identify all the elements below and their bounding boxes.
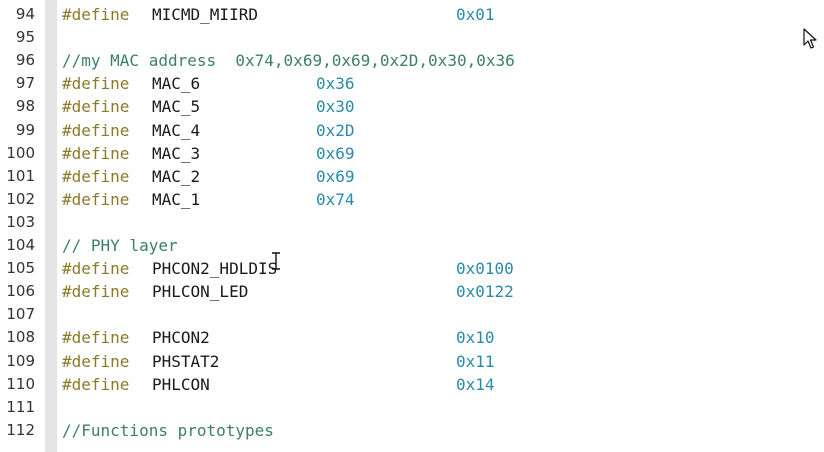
macro-name: PHLCON_LED xyxy=(152,282,249,302)
define-keyword: #define xyxy=(62,97,130,117)
macro-name: MAC_3 xyxy=(152,143,201,163)
macro-value: 0x0100 xyxy=(456,259,514,279)
line-number: 103 xyxy=(6,212,35,231)
code-line[interactable]: 109 #define PHSTAT2 0x11 xyxy=(0,350,824,373)
macro-name: MAC_6 xyxy=(152,74,201,94)
line-number: 98 xyxy=(15,97,35,116)
code-line[interactable]: 112 //Functions prototypes xyxy=(0,419,824,442)
code-line[interactable]: 96 //my MAC address 0x74,0x69,0x69,0x2D,0… xyxy=(0,49,824,72)
macro-name: MICMD_MIIRD xyxy=(152,5,258,24)
code-line[interactable]: 104 // PHY layer xyxy=(0,234,824,257)
code-line[interactable]: 94 #define MICMD_MIIRD 0x01 xyxy=(0,3,824,26)
code-line[interactable]: 110 #define PHLCON 0x14 xyxy=(0,373,824,396)
define-keyword: #define xyxy=(62,166,130,186)
line-number: 94 xyxy=(15,5,35,23)
line-number: 96 xyxy=(15,51,35,70)
line-number: 95 xyxy=(15,28,35,47)
macro-value: 0x74 xyxy=(316,189,355,209)
define-keyword: #define xyxy=(62,374,130,394)
line-number: 110 xyxy=(6,374,35,393)
macro-name: MAC_1 xyxy=(152,189,201,209)
define-keyword: #define xyxy=(62,74,130,94)
line-number: 97 xyxy=(15,74,35,93)
macro-value: 0x0122 xyxy=(456,282,514,302)
define-keyword: #define xyxy=(62,143,130,163)
line-number: 107 xyxy=(6,305,35,324)
macro-value: 0x36 xyxy=(316,74,355,94)
line-number: 111 xyxy=(6,397,35,416)
code-line[interactable]: 103 xyxy=(0,211,824,234)
code-comment: //Functions prototypes xyxy=(62,420,274,440)
line-number: 106 xyxy=(6,282,35,301)
line-number: 112 xyxy=(6,420,35,439)
line-number: 105 xyxy=(6,259,35,278)
code-comment: //my MAC address 0x74,0x69,0x69,0x2D,0x3… xyxy=(62,51,515,71)
macro-value: 0x2D xyxy=(316,120,355,140)
macro-name: PHLCON xyxy=(152,374,210,394)
code-line[interactable]: 102 #define MAC_1 0x74 xyxy=(0,188,824,211)
define-keyword: #define xyxy=(62,189,130,209)
code-line[interactable]: 95 xyxy=(0,26,824,49)
line-number: 108 xyxy=(6,328,35,347)
i-beam-cursor-icon xyxy=(272,252,280,270)
define-keyword: #define xyxy=(62,5,130,24)
code-line[interactable]: 105 #define PHCON2_HDLDIS 0x0100 xyxy=(0,257,824,280)
macro-value: 0x30 xyxy=(316,97,355,117)
line-number: 99 xyxy=(15,120,35,139)
define-keyword: #define xyxy=(62,351,130,371)
line-number: 100 xyxy=(6,143,35,162)
code-comment: // PHY layer xyxy=(62,236,178,255)
line-number: 102 xyxy=(6,189,35,208)
macro-value: 0x11 xyxy=(456,351,495,371)
code-line[interactable]: 106 #define PHLCON_LED 0x0122 xyxy=(0,280,824,303)
macro-name: PHSTAT2 xyxy=(152,351,220,371)
code-line[interactable]: 111 xyxy=(0,396,824,419)
code-line[interactable]: 100 #define MAC_3 0x69 xyxy=(0,142,824,165)
define-keyword: #define xyxy=(62,282,130,302)
code-line[interactable]: 99 #define MAC_4 0x2D xyxy=(0,119,824,142)
define-keyword: #define xyxy=(62,328,130,348)
code-line[interactable]: 107 xyxy=(0,303,824,326)
macro-value: 0x69 xyxy=(316,166,355,186)
arrow-pointer-icon xyxy=(803,28,817,49)
define-keyword: #define xyxy=(62,259,130,279)
line-number: 109 xyxy=(6,351,35,370)
macro-name: PHCON2_HDLDIS xyxy=(152,259,278,279)
code-line[interactable]: 98 #define MAC_5 0x30 xyxy=(0,95,824,118)
macro-value: 0x01 xyxy=(456,5,495,24)
macro-value: 0x69 xyxy=(316,143,355,163)
code-line[interactable]: 101 #define MAC_2 0x69 xyxy=(0,165,824,188)
macro-name: PHCON2 xyxy=(152,328,210,348)
line-number: 101 xyxy=(6,166,35,185)
macro-value: 0x10 xyxy=(456,328,495,348)
define-keyword: #define xyxy=(62,120,130,140)
macro-name: MAC_2 xyxy=(152,166,201,186)
code-line[interactable]: 108 #define PHCON2 0x10 xyxy=(0,326,824,349)
macro-value: 0x14 xyxy=(456,374,495,394)
code-editor[interactable]: 94 #define MICMD_MIIRD 0x01 95 96 //my MAC add… xyxy=(0,0,824,452)
line-number: 104 xyxy=(6,236,35,254)
code-line[interactable]: 97 #define MAC_6 0x36 xyxy=(0,72,824,95)
macro-name: MAC_5 xyxy=(152,97,201,117)
macro-name: MAC_4 xyxy=(152,120,201,140)
